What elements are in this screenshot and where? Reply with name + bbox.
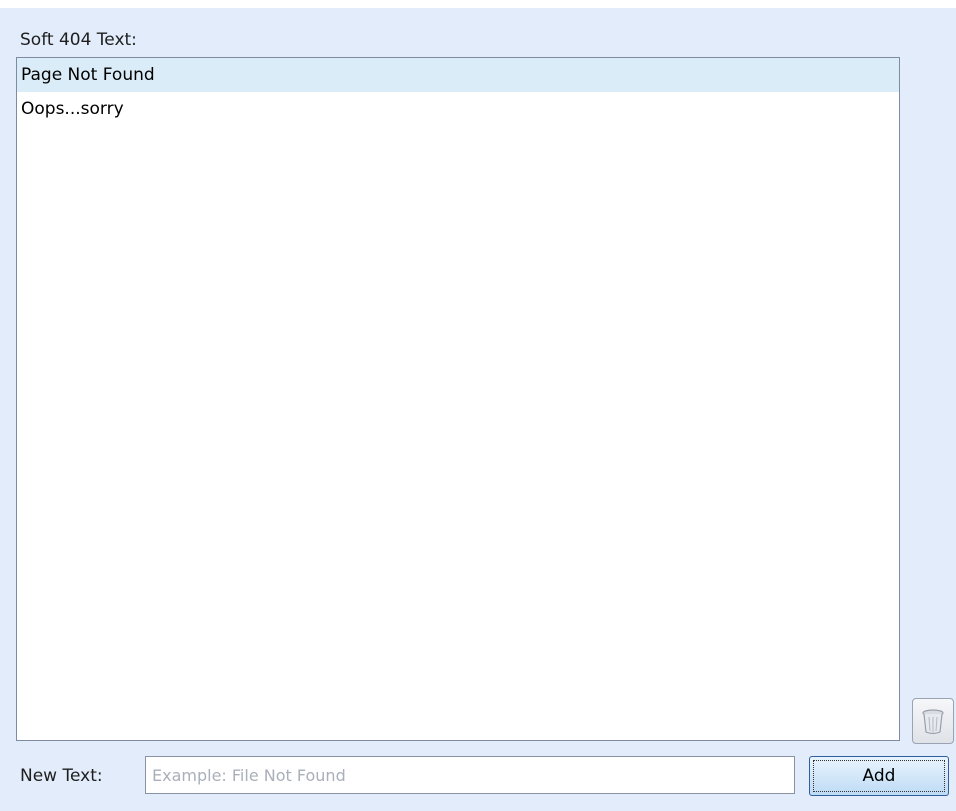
soft404-settings-panel: Soft 404 Text: Page Not Found Oops...sor…: [0, 0, 956, 811]
new-text-label: New Text:: [20, 766, 103, 786]
new-text-input[interactable]: [145, 756, 795, 794]
trash-can-icon: [922, 709, 944, 735]
panel-top-strip: [0, 0, 956, 8]
add-button[interactable]: Add: [809, 756, 949, 796]
delete-entry-button[interactable]: [912, 698, 954, 744]
soft404-text-list[interactable]: Page Not Found Oops...sorry: [16, 57, 900, 741]
soft404-text-label: Soft 404 Text:: [20, 30, 137, 50]
add-button-label: Add: [862, 766, 896, 786]
list-item[interactable]: Page Not Found: [17, 58, 899, 92]
list-item[interactable]: Oops...sorry: [17, 92, 899, 126]
